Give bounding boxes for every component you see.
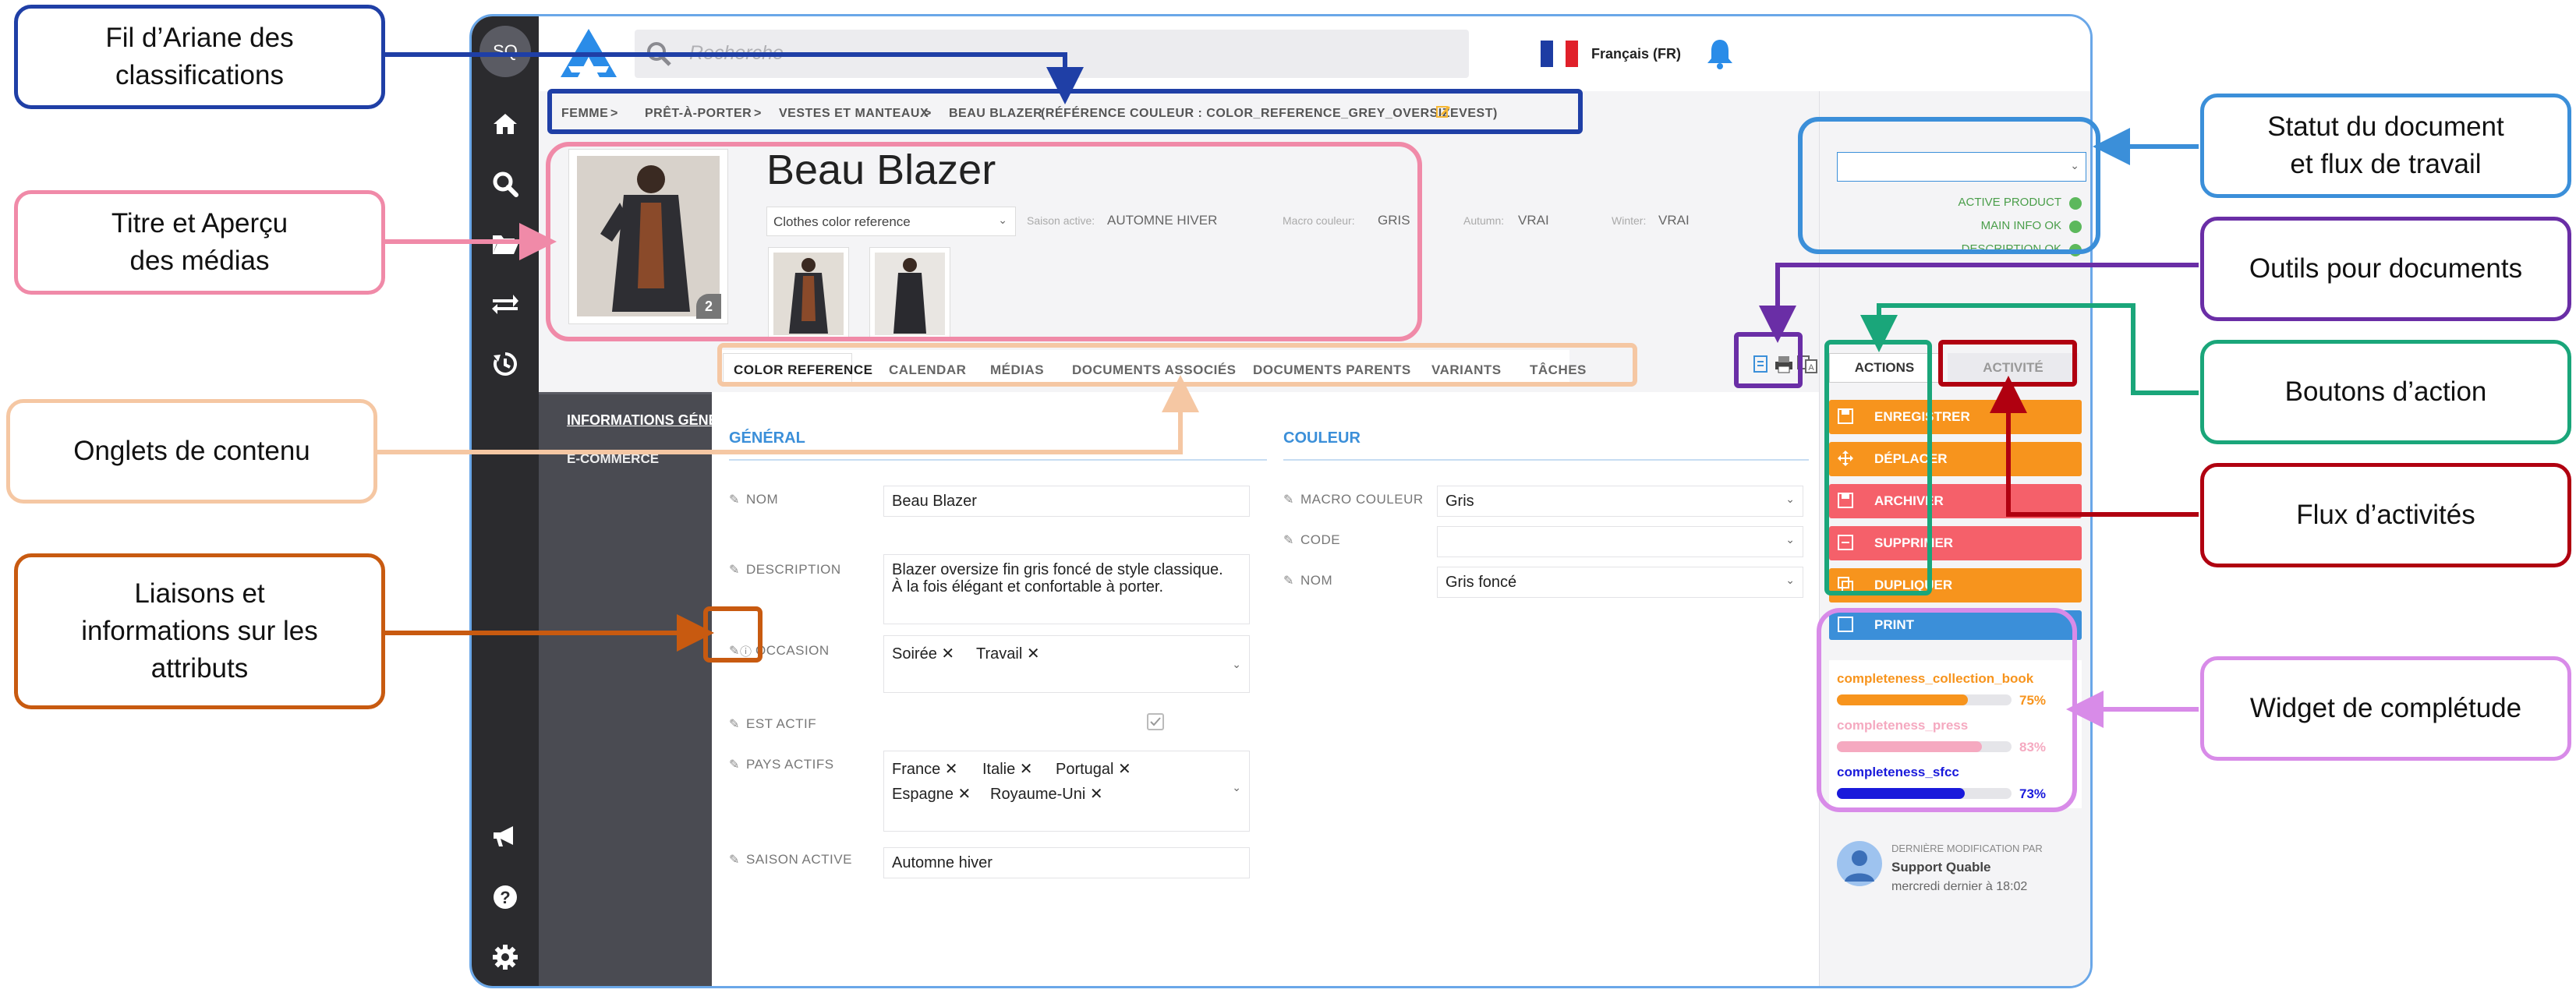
callout-tools: Outils pour documents: [2200, 217, 2571, 321]
callout-completeness: Widget de complétude: [2200, 656, 2571, 761]
callout-actions: Boutons d’action: [2200, 340, 2571, 444]
callout-links: Liaisons et informations sur les attributs: [14, 553, 385, 709]
callout-activity: Flux d’activités: [2200, 463, 2571, 567]
callout-breadcrumb: Fil d’Ariane des classifications: [14, 5, 385, 109]
callout-status: Statut du document et flux de travail: [2200, 94, 2571, 198]
connector-lines: [376, 52, 2199, 728]
annotated-screenshot: SQ ? Recherche Français (FR) FEMME > PRÊ…: [0, 0, 2576, 993]
callout-title: Titre et Aperçu des médias: [14, 190, 385, 295]
callout-tabs: Onglets de contenu: [6, 399, 377, 504]
